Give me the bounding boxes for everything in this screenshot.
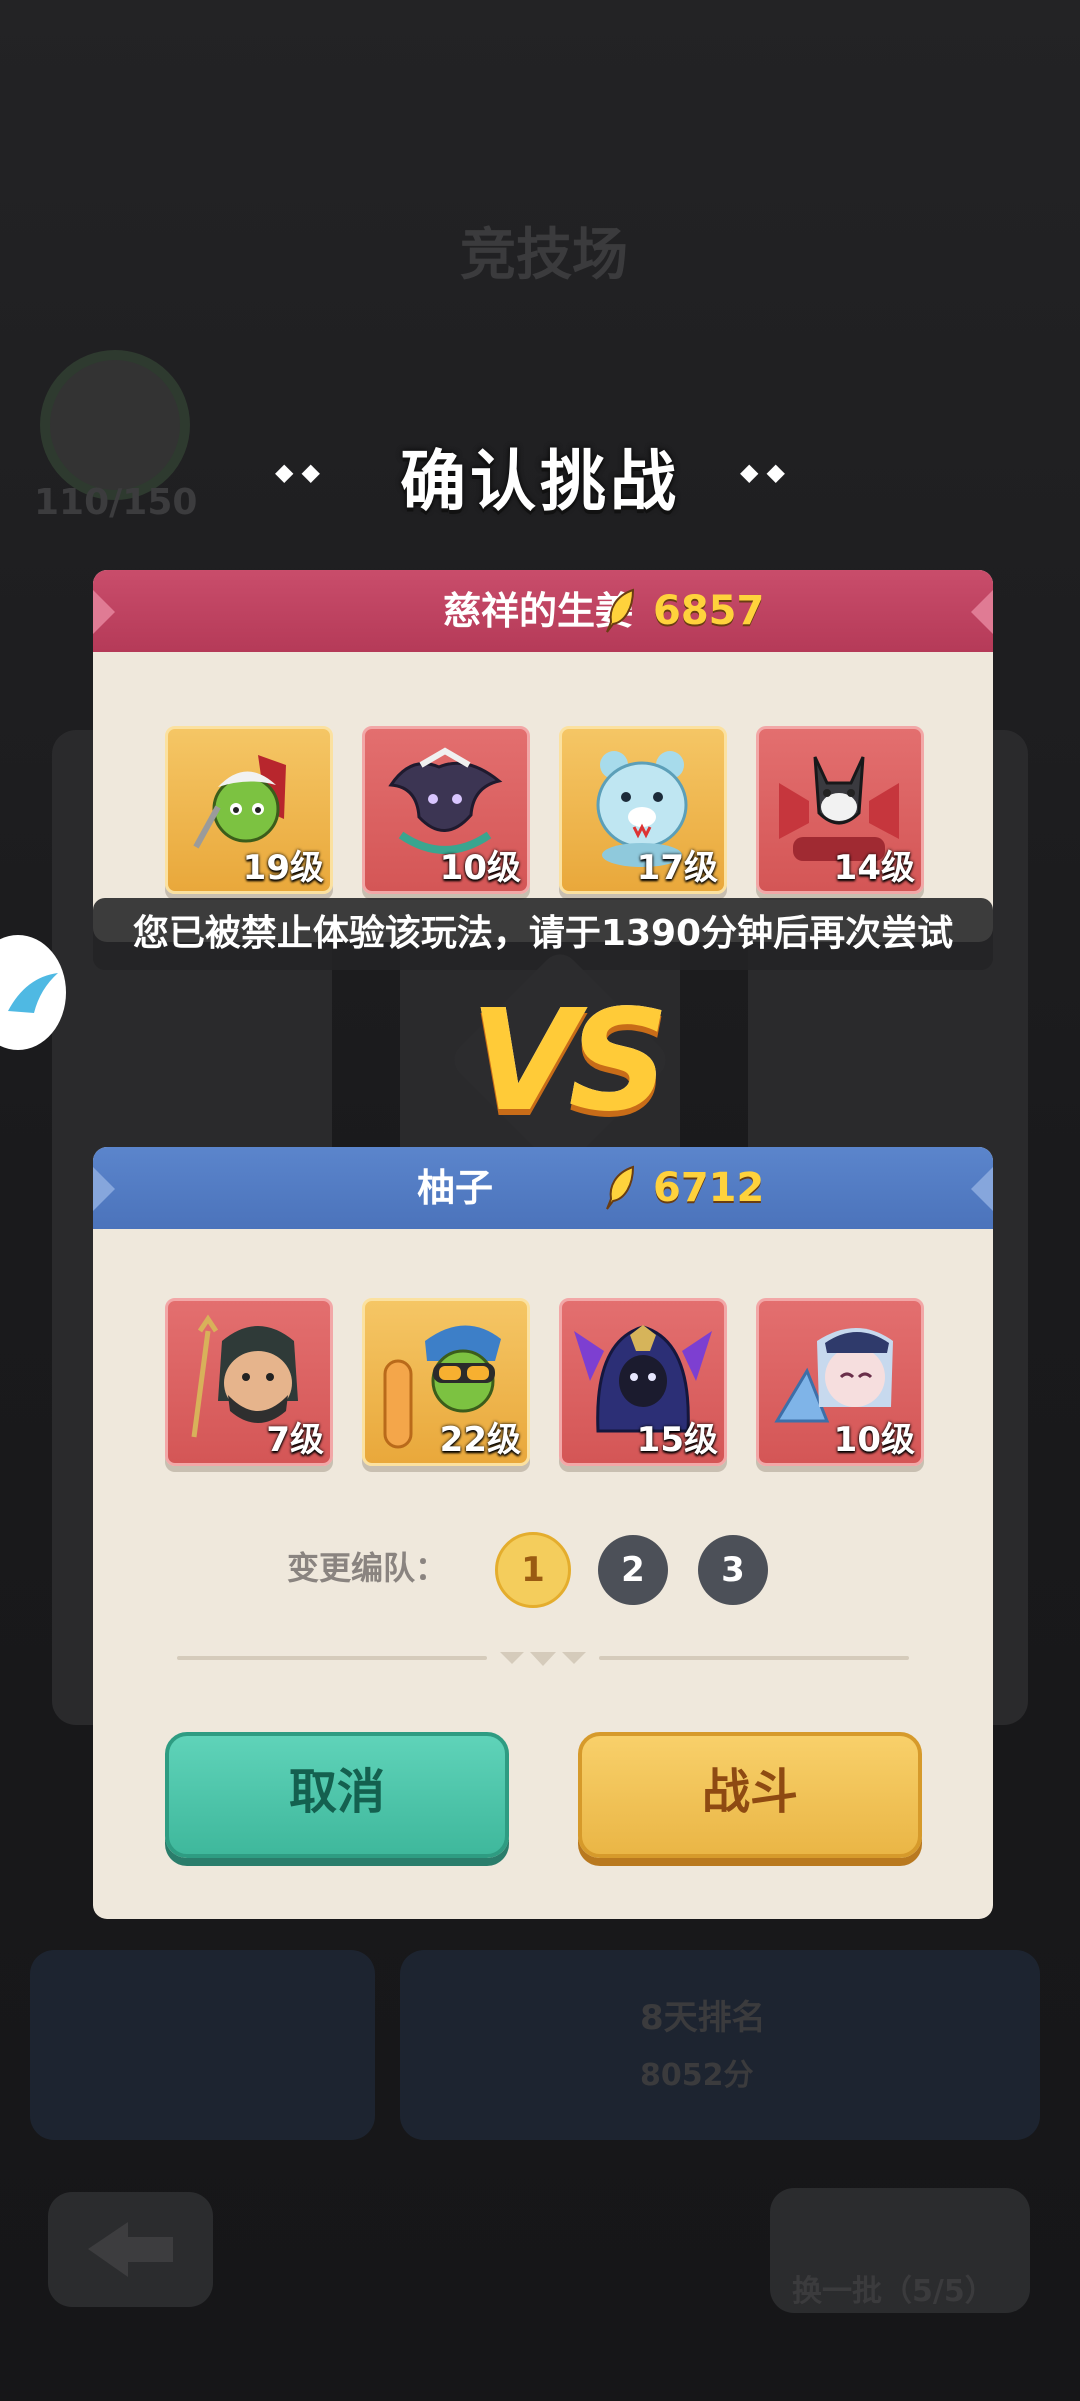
hero-level: 19级 (242, 848, 324, 888)
bg-screen-title: 竞技场 (460, 223, 628, 288)
power-quill-icon (606, 1165, 635, 1210)
player-hero-4[interactable]: 10级 (756, 1298, 924, 1466)
bird-icon (8, 973, 58, 1013)
opponent-name: 慈祥的生姜 (442, 589, 633, 633)
back-arrow-button[interactable] (48, 2192, 213, 2307)
opponent-card: 慈祥的生姜 6857 19级 10级 17级 14级 (93, 570, 993, 942)
header-right-notch (971, 590, 993, 634)
hero-level: 7级 (266, 1420, 324, 1460)
player-power: 6712 (653, 1165, 765, 1211)
vs-emblem: VS (470, 980, 669, 1143)
opponent-power: 6857 (653, 588, 765, 634)
bg-left-panel (30, 1950, 375, 2140)
refresh-batch-button[interactable]: 换一批（5/5） (770, 2188, 1030, 2313)
player-hero-2[interactable]: 22级 (362, 1298, 530, 1466)
back-arrow-icon (88, 2222, 173, 2277)
divider-right (599, 1656, 909, 1660)
refresh-batch-label: 换一批（5/5） (792, 2274, 995, 2309)
team-button-2[interactable]: 2 (598, 1535, 668, 1605)
hero-level: 10级 (833, 1420, 915, 1460)
opponent-header: 慈祥的生姜 6857 (93, 570, 993, 652)
header-right-notch (971, 1167, 993, 1211)
opponent-hero-2[interactable]: 10级 (362, 726, 530, 894)
bg-rank-caption: 8天排名 (640, 1998, 766, 2038)
opponent-hero-3[interactable]: 17级 (559, 726, 727, 894)
player-header: 柚子 6712 (93, 1147, 993, 1229)
team-button-1[interactable]: 1 (495, 1532, 571, 1608)
player-card: 柚子 6712 7级 22级 15级 10级 变更编队： 1 2 3 取消 战斗 (93, 1147, 993, 1919)
player-hero-3[interactable]: 15级 (559, 1298, 727, 1466)
player-hero-1[interactable]: 7级 (165, 1298, 333, 1466)
dialog-title: 确认挑战 (400, 443, 680, 520)
bg-rank-score: 8052分 (640, 2058, 754, 2093)
change-team-label: 变更编队： (287, 1549, 448, 1587)
ban-toast-text: 您已被禁止体验该玩法，请于1390分钟后再次尝试 (132, 913, 954, 954)
hero-level: 14级 (833, 848, 915, 888)
power-quill-icon (606, 588, 635, 633)
hero-level: 15级 (636, 1420, 718, 1460)
hero-level: 22级 (439, 1420, 521, 1460)
player-name: 柚子 (416, 1166, 493, 1210)
bg-rank-panel (400, 1950, 1040, 2140)
opponent-hero-1[interactable]: 19级 (165, 726, 333, 894)
opponent-hero-4[interactable]: 14级 (756, 726, 924, 894)
divider-ornament-icon (500, 1652, 586, 1666)
divider-left (177, 1656, 487, 1660)
team-button-3[interactable]: 3 (698, 1535, 768, 1605)
fight-button[interactable]: 战斗 (578, 1732, 922, 1858)
ban-toast: 您已被禁止体验该玩法，请于1390分钟后再次尝试 (93, 898, 993, 970)
title-right-diamonds: ◆◆ (740, 458, 793, 486)
hero-level: 10级 (439, 848, 521, 888)
hero-level: 17级 (636, 848, 718, 888)
cancel-button[interactable]: 取消 (165, 1732, 509, 1858)
